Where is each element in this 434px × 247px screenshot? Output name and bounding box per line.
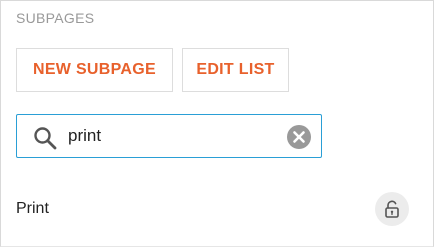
subpages-panel: SUBPAGES NEW SUBPAGE EDIT LIST Print xyxy=(0,0,434,247)
new-subpage-button[interactable]: NEW SUBPAGE xyxy=(16,48,173,92)
search-field[interactable] xyxy=(16,114,322,158)
list-item[interactable]: Print xyxy=(1,187,433,233)
lock-open-icon[interactable] xyxy=(375,192,409,226)
search-icon xyxy=(33,126,57,150)
edit-list-button[interactable]: EDIT LIST xyxy=(182,48,289,92)
search-input[interactable] xyxy=(68,123,278,149)
list-item-label: Print xyxy=(16,200,49,217)
section-title: SUBPAGES xyxy=(16,10,95,26)
clear-icon[interactable] xyxy=(287,125,311,149)
